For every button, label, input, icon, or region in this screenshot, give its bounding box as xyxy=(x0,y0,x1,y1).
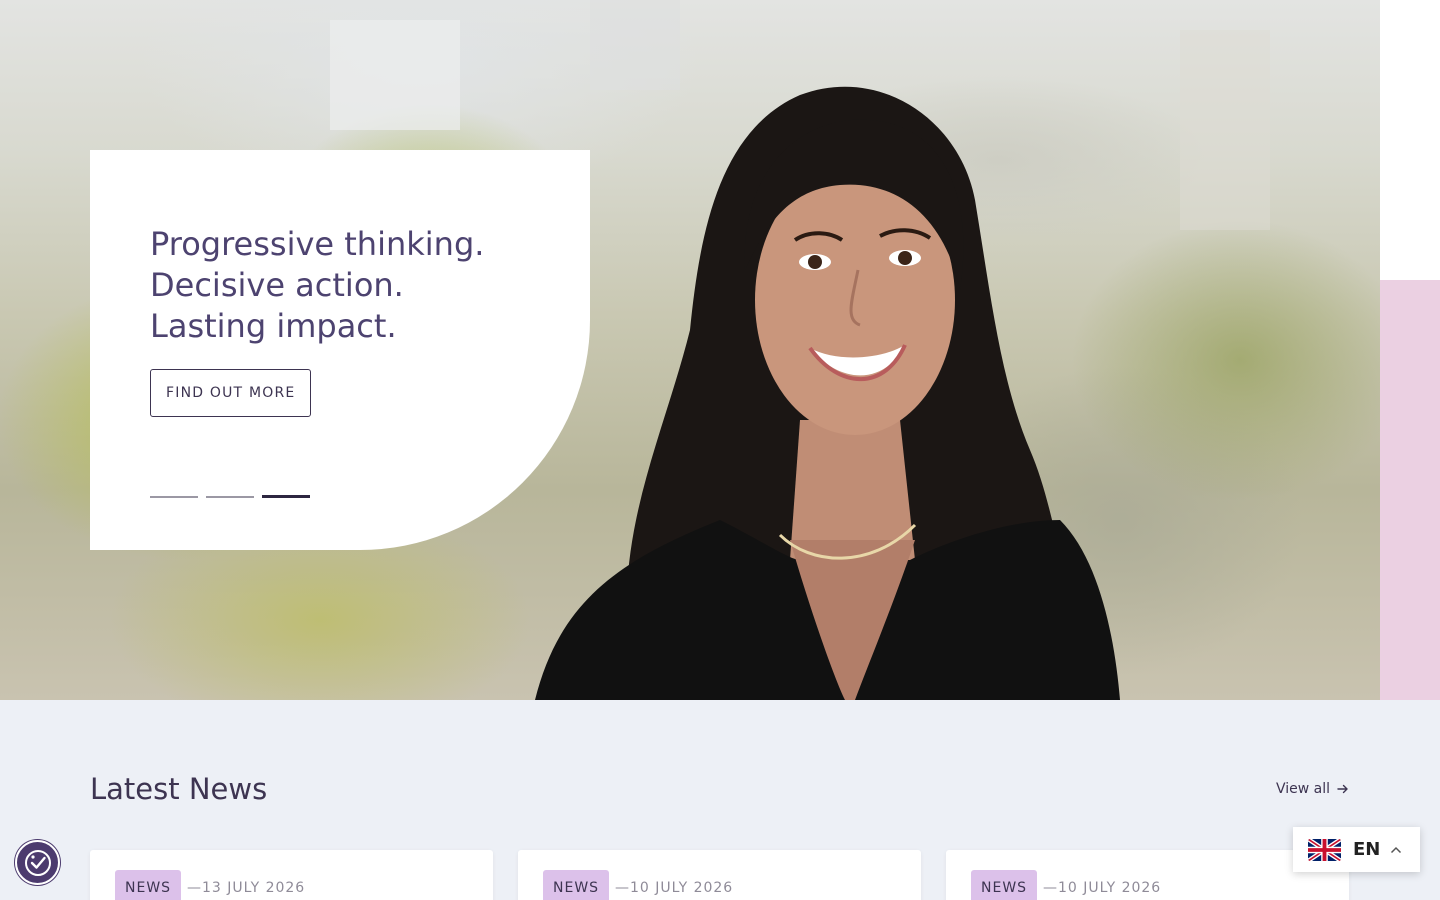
find-out-more-button[interactable]: FIND OUT MORE xyxy=(150,369,312,417)
news-tag: NEWS xyxy=(543,870,610,900)
accessibility-button[interactable] xyxy=(15,840,60,885)
decorative-strip-pink xyxy=(1380,280,1440,700)
chevron-up-icon xyxy=(1391,846,1402,853)
hero-heading-line: Lasting impact. xyxy=(150,307,397,345)
decorative-strip-white xyxy=(1380,0,1440,280)
slide-indicator-1[interactable] xyxy=(150,496,198,498)
news-date: —13 JULY 2026 xyxy=(187,880,306,896)
accessibility-icon xyxy=(24,849,51,876)
hero-heading-line: Progressive thinking. xyxy=(150,225,485,263)
slide-indicator-2[interactable] xyxy=(206,496,254,498)
latest-news-heading: Latest News xyxy=(90,772,268,806)
news-tag: NEWS xyxy=(115,870,182,900)
hero-banner: Progressive thinking. Decisive action. L… xyxy=(0,0,1380,700)
view-all-label: View all xyxy=(1276,781,1331,797)
slider-pagination xyxy=(150,495,310,498)
news-card[interactable]: NEWS —10 JULY 2026 xyxy=(946,850,1349,900)
news-date: —10 JULY 2026 xyxy=(615,880,734,896)
arrow-right-icon xyxy=(1337,784,1348,794)
hero-heading: Progressive thinking. Decisive action. L… xyxy=(150,224,570,347)
news-card[interactable]: NEWS —13 JULY 2026 xyxy=(90,850,493,900)
news-date: —10 JULY 2026 xyxy=(1043,880,1162,896)
news-card[interactable]: NEWS —10 JULY 2026 xyxy=(518,850,921,900)
hero-heading-line: Decisive action. xyxy=(150,266,404,304)
language-code: EN xyxy=(1353,839,1381,860)
news-tag: NEWS xyxy=(971,870,1038,900)
slide-indicator-3[interactable] xyxy=(262,495,310,498)
language-switcher[interactable]: EN xyxy=(1293,827,1420,872)
uk-flag-icon xyxy=(1308,838,1341,861)
view-all-link[interactable]: View all xyxy=(1276,781,1350,797)
